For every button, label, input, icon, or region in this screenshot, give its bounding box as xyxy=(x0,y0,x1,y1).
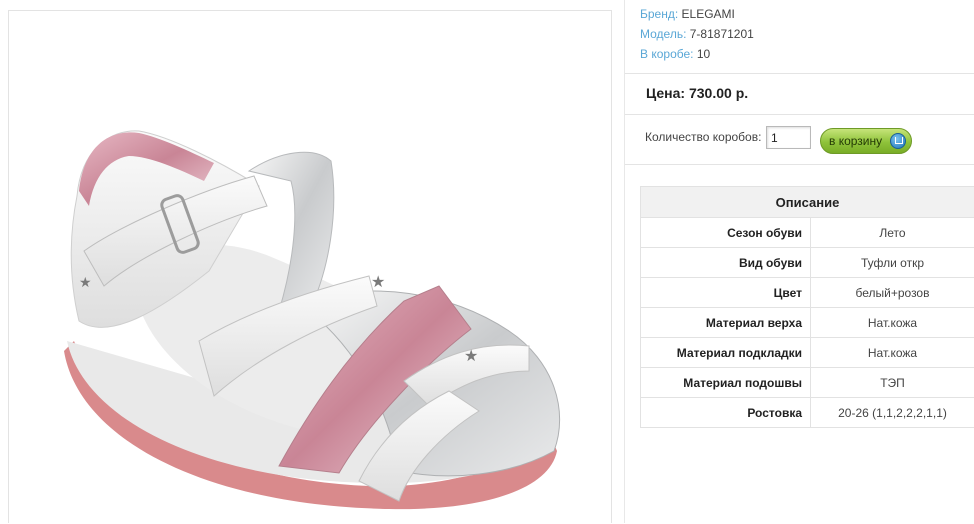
specs-title: Описание xyxy=(641,187,974,218)
spec-key: Материал подкладки xyxy=(641,338,811,368)
sandal-illustration: ★ ★ ★ xyxy=(9,11,613,524)
brand-row: Бренд: ELEGAMI xyxy=(640,4,754,24)
quantity-label: Количество коробов: xyxy=(645,130,761,144)
add-to-cart-label: в корзину xyxy=(829,134,882,148)
table-row: Материал подошвыТЭП xyxy=(641,368,974,398)
spec-value: 20-26 (1,1,2,2,2,1,1) xyxy=(811,398,974,428)
svg-text:★: ★ xyxy=(464,346,478,365)
svg-text:★: ★ xyxy=(79,275,92,291)
box-row: В коробе: 10 xyxy=(640,44,754,64)
table-row: Цветбелый+розов xyxy=(641,278,974,308)
spec-value: белый+розов xyxy=(811,278,974,308)
spec-key: Материал подошвы xyxy=(641,368,811,398)
svg-text:★: ★ xyxy=(371,272,385,291)
model-label: Модель: xyxy=(640,27,686,41)
spec-key: Вид обуви xyxy=(641,248,811,278)
quantity-input[interactable] xyxy=(766,126,811,149)
brand-label: Бренд: xyxy=(640,7,678,21)
specs-table: Описание Сезон обувиЛето Вид обувиТуфли … xyxy=(640,186,974,428)
spec-value: Нат.кожа xyxy=(811,308,974,338)
table-row: Материал подкладкиНат.кожа xyxy=(641,338,974,368)
model-value: 7-81871201 xyxy=(690,27,754,41)
model-row: Модель: 7-81871201 xyxy=(640,24,754,44)
box-label: В коробе: xyxy=(640,47,694,61)
basket-icon xyxy=(890,133,906,149)
product-image[interactable]: ★ ★ ★ xyxy=(8,10,612,523)
divider xyxy=(625,164,974,165)
box-value: 10 xyxy=(697,47,710,61)
table-row: Сезон обувиЛето xyxy=(641,218,974,248)
spec-key: Цвет xyxy=(641,278,811,308)
spec-value: Нат.кожа xyxy=(811,338,974,368)
brand-value: ELEGAMI xyxy=(682,7,735,21)
product-meta: Бренд: ELEGAMI Модель: 7-81871201 В коро… xyxy=(640,4,754,64)
table-row: Ростовка20-26 (1,1,2,2,2,1,1) xyxy=(641,398,974,428)
add-to-cart-button[interactable]: в корзину xyxy=(820,128,912,154)
spec-value: ТЭП xyxy=(811,368,974,398)
spec-key: Сезон обуви xyxy=(641,218,811,248)
spec-key: Материал верха xyxy=(641,308,811,338)
column-divider xyxy=(624,0,625,523)
spec-value: Лето xyxy=(811,218,974,248)
divider xyxy=(625,114,974,115)
product-price: Цена: 730.00 р. xyxy=(646,85,748,101)
spec-key: Ростовка xyxy=(641,398,811,428)
spec-value: Туфли откр xyxy=(811,248,974,278)
table-row: Вид обувиТуфли откр xyxy=(641,248,974,278)
divider xyxy=(625,73,974,74)
table-row: Материал верхаНат.кожа xyxy=(641,308,974,338)
